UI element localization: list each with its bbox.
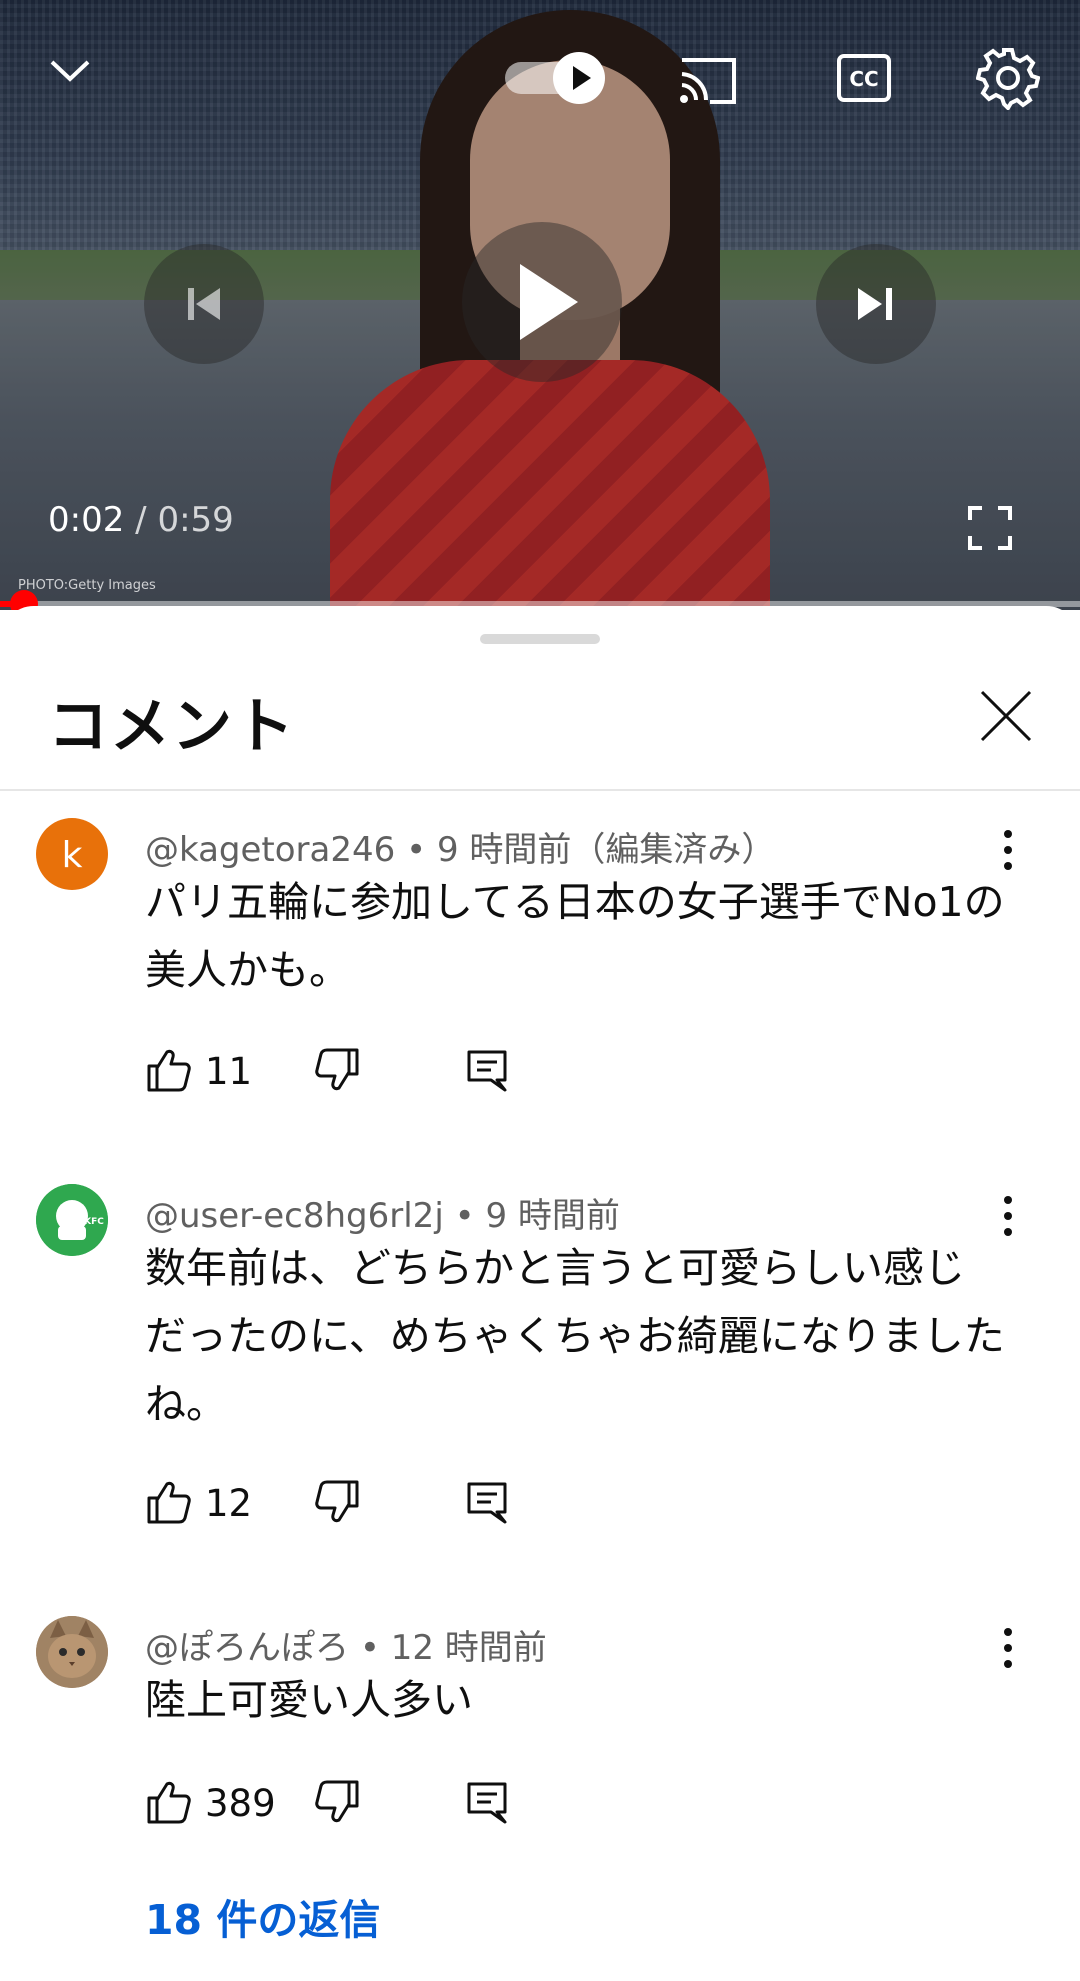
avatar[interactable]: KFC	[36, 1184, 108, 1256]
more-vert-icon	[1004, 830, 1012, 870]
more-vert-icon	[1004, 1196, 1012, 1236]
avatar-letter: k	[62, 835, 83, 876]
reply-button[interactable]	[463, 1778, 511, 1826]
video-player[interactable]: PHOTO:Getty Images CC 0:02 / 0:59	[0, 0, 1080, 610]
more-options-button[interactable]	[996, 828, 1020, 872]
comment-time: 12 時間前	[390, 1628, 547, 1668]
drag-handle[interactable]	[480, 634, 600, 644]
thumbs-up-icon	[147, 1049, 191, 1092]
comment-meta: @user-ec8hg6rl2j • 9 時間前	[145, 1188, 620, 1237]
skip-next-icon	[858, 288, 892, 320]
comment-item: @ぽろんぽろ • 12 時間前 陸上可愛い人多い 389 18 件の返信	[0, 1604, 1080, 1944]
comment-meta: @ぽろんぽろ • 12 時間前	[145, 1620, 547, 1669]
play-small-icon	[573, 66, 591, 90]
like-button[interactable]	[145, 1778, 193, 1826]
comment-author[interactable]: @user-ec8hg6rl2j	[145, 1196, 444, 1236]
avatar[interactable]: k	[36, 818, 108, 890]
more-options-button[interactable]	[996, 1194, 1020, 1238]
like-button[interactable]	[145, 1046, 193, 1094]
comment-time: 9 時間前	[485, 1196, 620, 1236]
chevron-down-icon	[50, 60, 90, 82]
comment-text: パリ五輪に参加してる日本の女子選手でNo1の美人かも。	[145, 878, 1005, 994]
minimize-button[interactable]	[44, 48, 96, 92]
reply-button[interactable]	[463, 1478, 511, 1526]
avatar[interactable]	[36, 1616, 108, 1688]
more-vert-icon	[1004, 1628, 1012, 1668]
fullscreen-button[interactable]	[966, 504, 1014, 552]
svg-text:k: k	[62, 835, 83, 876]
dislike-button[interactable]	[313, 1778, 361, 1826]
comment-actions: 11	[145, 1046, 645, 1106]
kfc-avatar-image: KFC	[36, 1184, 108, 1256]
autoplay-knob	[553, 52, 605, 104]
comment-meta: @kagetora246 • 9 時間前（編集済み）	[145, 822, 775, 871]
meta-dot: •	[359, 1628, 391, 1668]
more-options-button[interactable]	[996, 1626, 1020, 1670]
comment-reply-icon	[467, 1782, 507, 1824]
comment-item: k @kagetora246 • 9 時間前（編集済み） パリ五輪に参加してる日…	[0, 806, 1080, 1136]
dislike-button[interactable]	[313, 1478, 361, 1526]
play-icon	[520, 264, 578, 340]
comment-author[interactable]: @ぽろんぽろ	[145, 1628, 349, 1668]
comments-sheet: コメント k @kagetora246 • 9 時間前（編集済み） パリ五輪に参…	[0, 606, 1080, 1981]
current-time: 0:02	[48, 500, 125, 540]
thumbs-up-icon	[147, 1781, 191, 1824]
video-duration: 0:59	[157, 500, 234, 540]
thumbs-down-icon	[315, 1480, 359, 1523]
header-divider	[0, 789, 1080, 791]
thumbs-down-icon	[315, 1780, 359, 1823]
svg-text:KFC: KFC	[84, 1217, 104, 1227]
thumbs-up-icon	[147, 1481, 191, 1524]
comments-title: コメント	[48, 692, 296, 762]
previous-button[interactable]	[144, 244, 264, 364]
reply-button[interactable]	[463, 1046, 511, 1094]
play-button[interactable]	[462, 222, 622, 382]
comment-item: KFC @user-ec8hg6rl2j • 9 時間前 数年前は、どちらかと言…	[0, 1172, 1080, 1572]
comment-author[interactable]: @kagetora246	[145, 830, 395, 870]
like-count: 389	[205, 1782, 276, 1825]
close-icon	[980, 690, 1032, 742]
settings-button[interactable]	[975, 46, 1041, 112]
photo-credit: PHOTO:Getty Images	[18, 578, 156, 593]
autoplay-toggle[interactable]	[505, 52, 613, 104]
meta-dot: •	[406, 830, 437, 870]
closed-captions-icon: CC	[837, 54, 891, 102]
comment-text: 数年前は、どちらかと言うと可愛らしい感じだったのに、めちゃくちゃお綺麗になりまし…	[145, 1244, 1005, 1428]
dislike-button[interactable]	[313, 1046, 361, 1094]
comment-reply-icon	[467, 1050, 507, 1092]
svg-text:CC: CC	[849, 67, 878, 91]
cat-avatar-image	[36, 1616, 108, 1688]
like-button[interactable]	[145, 1478, 193, 1526]
playback-time: 0:02 / 0:59	[48, 500, 234, 540]
close-button[interactable]	[978, 688, 1034, 744]
meta-dot: •	[454, 1196, 486, 1236]
cast-button[interactable]	[676, 52, 740, 108]
thumbs-down-icon	[315, 1048, 359, 1091]
comment-time: 9 時間前（編集済み）	[436, 830, 776, 870]
next-button[interactable]	[816, 244, 936, 364]
gear-icon	[975, 48, 1041, 112]
comment-reply-icon	[467, 1482, 507, 1524]
like-count: 11	[205, 1050, 253, 1093]
view-replies-link[interactable]: 18 件の返信	[145, 1886, 380, 1946]
captions-button[interactable]: CC	[836, 52, 892, 104]
like-count: 12	[205, 1482, 253, 1525]
comment-text: 陸上可愛い人多い	[145, 1676, 473, 1724]
comment-actions: 389	[145, 1778, 645, 1838]
skip-previous-icon	[188, 288, 220, 320]
time-separator: /	[124, 500, 158, 540]
cast-icon	[680, 58, 736, 104]
comment-actions: 12	[145, 1478, 645, 1538]
fullscreen-icon	[968, 506, 1012, 550]
